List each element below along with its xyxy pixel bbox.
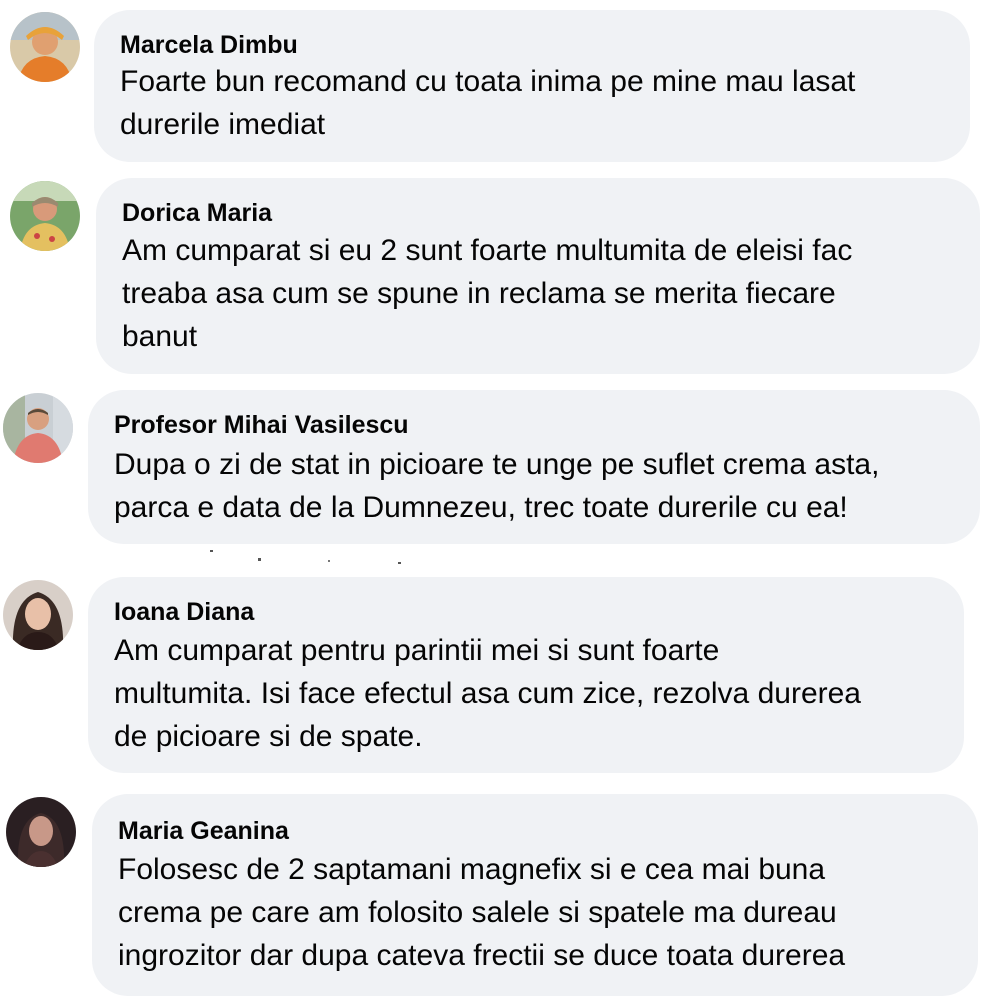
- avatar-photo: [3, 393, 73, 463]
- comment-text-line: treaba asa cum se spune in reclama se me…: [122, 277, 836, 310]
- comment-text: Dupa o zi de stat in picioare te unge pe…: [114, 443, 879, 529]
- comment-author[interactable]: Dorica Maria: [122, 199, 272, 227]
- comment-author[interactable]: Ioana Diana: [114, 598, 254, 626]
- comment-text-line: Foarte bun recomand cu toata inima pe mi…: [120, 65, 856, 98]
- comment-text-line: Am cumparat pentru parintii mei si sunt …: [114, 634, 720, 667]
- comment-text: Am cumparat si eu 2 sunt foarte multumit…: [122, 229, 852, 358]
- avatar[interactable]: [3, 580, 73, 650]
- comment-text-line: crema pe care am folosito salele si spat…: [118, 896, 837, 929]
- avatar[interactable]: [10, 12, 80, 82]
- comment-author[interactable]: Marcela Dimbu: [120, 31, 298, 59]
- avatar[interactable]: [6, 797, 76, 867]
- comment-text-line: Dupa o zi de stat in picioare te unge pe…: [114, 448, 880, 481]
- avatar[interactable]: [3, 393, 73, 463]
- avatar[interactable]: [10, 181, 80, 251]
- comment-author[interactable]: Profesor Mihai Vasilescu: [114, 411, 409, 439]
- comment-text-line: parca e data de la Dumnezeu, trec toate …: [114, 491, 848, 524]
- comment-text-line: Folosesc de 2 saptamani magnefix si e ce…: [118, 853, 826, 886]
- avatar-photo: [3, 580, 73, 650]
- avatar-photo: [6, 797, 76, 867]
- comment-text-line: durerile imediat: [120, 108, 326, 141]
- divider-dots: [210, 550, 401, 564]
- comment-text: Am cumparat pentru parintii mei si sunt …: [114, 629, 861, 758]
- comment-text: Foarte bun recomand cu toata inima pe mi…: [120, 60, 855, 146]
- comment-text-line: multumita. Isi face efectul asa cum zice…: [114, 677, 861, 710]
- comment-text-line: banut: [122, 320, 198, 353]
- comment-text: Folosesc de 2 saptamani magnefix si e ce…: [118, 848, 845, 977]
- comment-text-line: ingrozitor dar dupa cateva frectii se du…: [118, 939, 846, 972]
- avatar-photo: [10, 181, 80, 251]
- avatar-photo: [10, 12, 80, 82]
- comment-text-line: Am cumparat si eu 2 sunt foarte multumit…: [122, 234, 853, 267]
- comment-author[interactable]: Maria Geanina: [118, 817, 289, 845]
- comment-text-line: de picioare si de spate.: [114, 720, 423, 753]
